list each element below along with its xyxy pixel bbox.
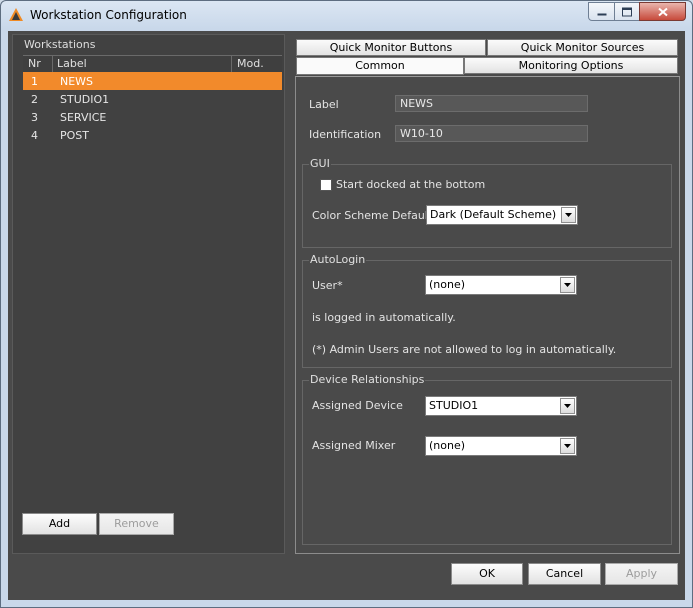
gui-group: GUI Start docked at the bottom Color Sch… [302,157,672,248]
chevron-down-icon [564,444,571,448]
tab-quick-monitor-buttons[interactable]: Quick Monitor Buttons [296,39,486,56]
dropdown-button[interactable] [561,207,576,223]
add-button[interactable]: Add [22,513,97,535]
chevron-down-icon [565,213,572,217]
workstations-panel: Workstations Nr Label Mod. 1 NEWS 2 STUD… [12,34,285,554]
tab-common[interactable]: Common [296,57,464,75]
workstation-row[interactable]: 3 SERVICE [23,108,282,126]
row-label: POST [60,129,89,142]
label-caption: Label [309,98,339,111]
dropdown-button[interactable] [560,277,575,293]
minimize-icon [597,13,606,15]
maximize-button[interactable] [614,2,640,21]
assigned-mixer-caption: Assigned Mixer [312,439,396,452]
minimize-button[interactable] [588,2,615,21]
dropdown-button[interactable] [560,398,575,414]
apply-button[interactable]: Apply [605,563,678,585]
workstation-row[interactable]: 2 STUDIO1 [23,90,282,108]
identification-field[interactable]: W10-10 [395,125,588,142]
label-field[interactable]: NEWS [395,95,588,112]
device-relationships-caption: Device Relationships [309,373,426,386]
remove-button[interactable]: Remove [99,513,174,535]
workstations-caption: Workstations [23,38,97,51]
user-value: (none) [429,278,466,291]
column-header-label[interactable]: Label [57,57,87,70]
dialog-body: Workstations Nr Label Mod. 1 NEWS 2 STUD… [8,31,685,600]
assigned-mixer-select[interactable]: (none) [425,436,577,456]
row-label: NEWS [60,75,94,88]
close-icon [657,7,668,16]
row-label: SERVICE [60,111,107,124]
column-divider[interactable] [231,56,232,72]
app-logo-icon [8,7,24,23]
row-nr: 1 [31,75,38,88]
close-button[interactable] [639,2,686,21]
color-scheme-caption: Color Scheme Default: [312,209,436,222]
start-docked-label[interactable]: Start docked at the bottom [336,178,485,191]
autologin-group: AutoLogin User* (none) is logged in auto… [302,253,672,368]
device-relationships-group: Device Relationships Assigned Device STU… [302,373,672,545]
dropdown-button[interactable] [560,438,575,454]
assigned-device-select[interactable]: STUDIO1 [425,396,577,416]
assigned-mixer-value: (none) [429,439,466,452]
maximize-icon [622,7,632,16]
gui-caption: GUI [309,157,331,170]
start-docked-checkbox[interactable] [320,179,332,191]
assigned-device-value: STUDIO1 [429,399,479,412]
chevron-down-icon [564,283,571,287]
column-divider[interactable] [52,56,53,72]
autologin-note: is logged in automatically. [312,311,456,324]
ok-button[interactable]: OK [451,563,523,585]
column-header-nr[interactable]: Nr [28,57,41,70]
autologin-admin-note: (*) Admin Users are not allowed to log i… [312,343,617,356]
cancel-button[interactable]: Cancel [528,563,601,585]
workstation-row[interactable]: 1 NEWS [23,72,282,90]
workstation-row[interactable]: 4 POST [23,126,282,144]
row-nr: 3 [31,111,38,124]
assigned-device-caption: Assigned Device [312,399,403,412]
autologin-caption: AutoLogin [309,253,367,266]
color-scheme-value: Dark (Default Scheme) [430,208,557,221]
window: Workstation Configuration Workstations N… [0,0,693,608]
column-header-mod[interactable]: Mod. [237,57,264,70]
window-title: Workstation Configuration [30,8,187,22]
tab-quick-monitor-sources[interactable]: Quick Monitor Sources [487,39,678,56]
user-select[interactable]: (none) [425,275,577,295]
color-scheme-select[interactable]: Dark (Default Scheme) [426,205,578,225]
common-tab-page: Label NEWS Identification W10-10 GUI Sta… [295,76,680,554]
row-nr: 4 [31,129,38,142]
row-label: STUDIO1 [60,93,110,106]
user-caption: User* [312,279,343,292]
title-bar[interactable]: Workstation Configuration [1,1,692,31]
tab-monitoring-options[interactable]: Monitoring Options [464,57,678,74]
chevron-down-icon [564,404,571,408]
identification-caption: Identification [309,128,382,141]
row-nr: 2 [31,93,38,106]
workstations-grid-header: Nr Label Mod. [23,55,282,73]
